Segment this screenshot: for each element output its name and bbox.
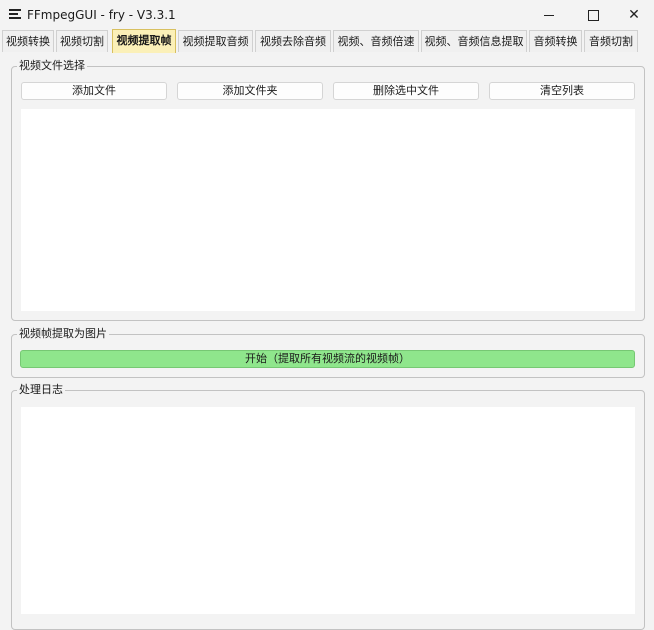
- window-title: FFmpegGUI - fry - V3.3.1: [27, 8, 176, 22]
- tab-video-remove-audio[interactable]: 视频去除音频: [255, 30, 331, 52]
- menu-icon[interactable]: [9, 9, 21, 20]
- log-output[interactable]: [21, 407, 635, 614]
- tab-video-convert[interactable]: 视频转换: [2, 30, 54, 52]
- extract-title: 视频帧提取为图片: [17, 327, 109, 341]
- maximize-button[interactable]: [571, 0, 615, 30]
- tab-video-extract-audio[interactable]: 视频提取音频: [178, 30, 253, 52]
- tab-media-info[interactable]: 视频、音频信息提取: [421, 30, 527, 52]
- tab-speed-change[interactable]: 视频、音频倍速: [333, 30, 419, 52]
- file-list[interactable]: [21, 109, 635, 311]
- minimize-icon: [544, 14, 554, 16]
- maximize-icon: [587, 9, 599, 21]
- title-bar: FFmpegGUI - fry - V3.3.1 ✕: [0, 0, 654, 30]
- delete-selected-button[interactable]: 删除选中文件: [333, 82, 479, 100]
- tab-audio-cut[interactable]: 音频切割: [584, 30, 638, 52]
- tab-video-extract-frames[interactable]: 视频提取帧: [112, 29, 176, 53]
- tab-bar: 视频转换 视频切割 视频提取帧 视频提取音频 视频去除音频 视频、音频倍速 视频…: [0, 29, 654, 53]
- tab-audio-convert[interactable]: 音频转换: [529, 30, 582, 52]
- start-button[interactable]: 开始（提取所有视频流的视频帧）: [20, 350, 635, 368]
- tab-video-cut[interactable]: 视频切割: [56, 30, 108, 52]
- close-button[interactable]: ✕: [612, 0, 654, 30]
- file-select-title: 视频文件选择: [17, 59, 87, 73]
- clear-list-button[interactable]: 清空列表: [489, 82, 635, 100]
- log-title: 处理日志: [17, 383, 65, 397]
- close-icon: ✕: [628, 7, 640, 23]
- add-folder-button[interactable]: 添加文件夹: [177, 82, 323, 100]
- minimize-button[interactable]: [527, 0, 571, 30]
- add-file-button[interactable]: 添加文件: [21, 82, 167, 100]
